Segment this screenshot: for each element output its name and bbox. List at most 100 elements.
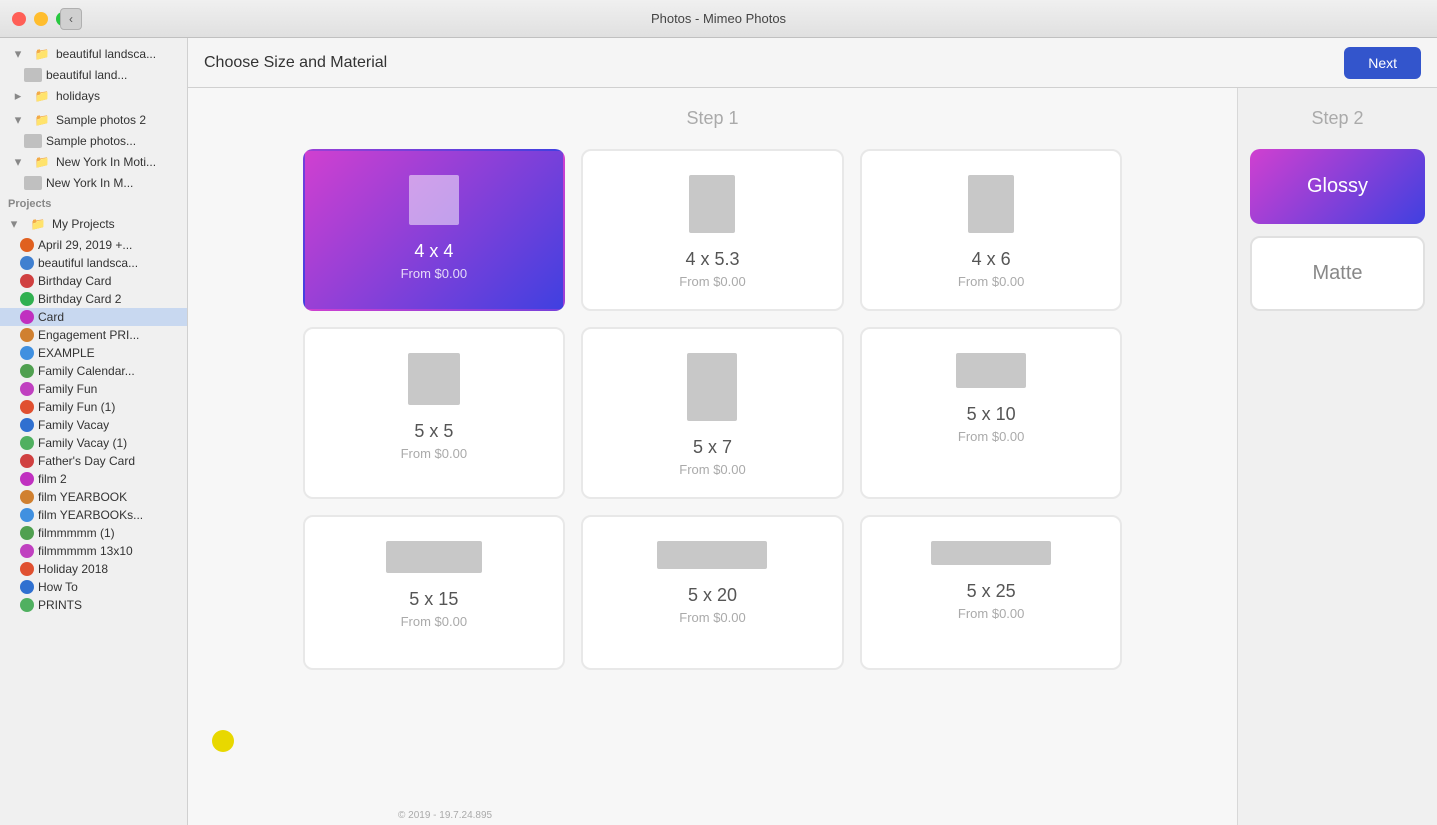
- sidebar-item-beautiful-landsca-proj[interactable]: beautiful landsca...: [0, 254, 187, 272]
- thumbnail-icon: [24, 68, 42, 82]
- folder-icon: 📁: [32, 152, 52, 172]
- sidebar-item-example[interactable]: EXAMPLE: [0, 344, 187, 362]
- sidebar-item-card[interactable]: Card: [0, 308, 187, 326]
- sidebar-item-beautiful-landsca[interactable]: ▾ 📁 beautiful landsca...: [0, 42, 187, 66]
- sidebar-item-holiday-2018[interactable]: Holiday 2018: [0, 560, 187, 578]
- chevron-down-icon: ▾: [8, 152, 28, 172]
- project-color-dot: [20, 256, 34, 270]
- project-color-dot: [20, 562, 34, 576]
- step2-label: Step 2: [1250, 108, 1425, 129]
- sidebar-item-film-yearbooks[interactable]: film YEARBOOKs...: [0, 506, 187, 524]
- sidebar-item-my-projects[interactable]: ▾ 📁 My Projects: [0, 212, 187, 236]
- size-preview-5x15: [386, 541, 482, 573]
- material-matte-label: Matte: [1312, 262, 1362, 285]
- material-matte-button[interactable]: Matte: [1250, 236, 1425, 311]
- project-color-dot: [20, 526, 34, 540]
- close-button[interactable]: [12, 12, 26, 26]
- thumbnail-icon: [24, 134, 42, 148]
- sidebar-item-family-calendar[interactable]: Family Calendar...: [0, 362, 187, 380]
- sidebar-item-sample-photos-2[interactable]: ▾ 📁 Sample photos 2: [0, 108, 187, 132]
- size-preview-4x5.3: [689, 175, 735, 233]
- sidebar-item-family-vacay[interactable]: Family Vacay: [0, 416, 187, 434]
- sidebar-item-birthday-card-2[interactable]: Birthday Card 2: [0, 290, 187, 308]
- sidebar-item-film-yearbook[interactable]: film YEARBOOK: [0, 488, 187, 506]
- sidebar: ▾ 📁 beautiful landsca... beautiful land.…: [0, 38, 188, 825]
- size-price-5x10: From $0.00: [958, 429, 1024, 444]
- size-name-4x5.3: 4 x 5.3: [685, 249, 739, 270]
- sidebar-item-family-vacay-1[interactable]: Family Vacay (1): [0, 434, 187, 452]
- size-preview-5x10: [956, 353, 1026, 388]
- titlebar: ‹ Photos - Mimeo Photos: [0, 0, 1437, 38]
- size-name-4x4: 4 x 4: [414, 241, 453, 262]
- size-card-5x10[interactable]: 5 x 10 From $0.00: [860, 327, 1123, 499]
- sidebar-item-birthday-card[interactable]: Birthday Card: [0, 272, 187, 290]
- project-color-dot: [20, 292, 34, 306]
- project-color-dot: [20, 382, 34, 396]
- app-body: ▾ 📁 beautiful landsca... beautiful land.…: [0, 38, 1437, 825]
- chevron-down-icon: ▾: [4, 214, 24, 234]
- back-button[interactable]: ‹: [60, 8, 82, 30]
- size-preview-4x4: [409, 175, 459, 225]
- sidebar-item-new-york-m[interactable]: New York In M...: [0, 174, 187, 192]
- size-preview-5x5: [408, 353, 460, 405]
- sidebar-item-family-fun[interactable]: Family Fun: [0, 380, 187, 398]
- sidebar-item-beautiful-land[interactable]: beautiful land...: [0, 66, 187, 84]
- next-button[interactable]: Next: [1344, 47, 1421, 79]
- size-price-5x5: From $0.00: [401, 446, 467, 461]
- sidebar-item-engagement-pri[interactable]: Engagement PRI...: [0, 326, 187, 344]
- size-price-4x4: From $0.00: [401, 266, 467, 281]
- project-color-dot: [20, 400, 34, 414]
- project-color-dot: [20, 364, 34, 378]
- thumbnail-icon: [24, 176, 42, 190]
- size-card-4x6[interactable]: 4 x 6 From $0.00: [860, 149, 1123, 311]
- page-title: Choose Size and Material: [204, 54, 1344, 72]
- size-name-5x15: 5 x 15: [409, 589, 458, 610]
- sidebar-item-new-york-motion[interactable]: ▾ 📁 New York In Moti...: [0, 150, 187, 174]
- sidebar-item-fathers-day-card[interactable]: Father's Day Card: [0, 452, 187, 470]
- folder-icon: 📁: [32, 86, 52, 106]
- size-name-5x7: 5 x 7: [693, 437, 732, 458]
- sidebar-item-how-to[interactable]: How To: [0, 578, 187, 596]
- sidebar-item-family-fun-1[interactable]: Family Fun (1): [0, 398, 187, 416]
- project-color-dot: [20, 454, 34, 468]
- size-card-5x5[interactable]: 5 x 5 From $0.00: [303, 327, 566, 499]
- sidebar-item-film-2[interactable]: film 2: [0, 470, 187, 488]
- sidebar-item-holidays[interactable]: ▸ 📁 holidays: [0, 84, 187, 108]
- projects-section-header: Projects: [0, 192, 187, 212]
- size-price-5x25: From $0.00: [958, 606, 1024, 621]
- folder-icon: 📁: [32, 110, 52, 130]
- size-preview-4x6: [968, 175, 1014, 233]
- size-preview-5x20: [657, 541, 767, 569]
- project-color-dot: [20, 544, 34, 558]
- sidebar-item-prints[interactable]: PRINTS: [0, 596, 187, 614]
- chevron-down-icon: ▾: [8, 110, 28, 130]
- size-card-5x20[interactable]: 5 x 20 From $0.00: [581, 515, 844, 670]
- project-color-dot: [20, 418, 34, 432]
- size-price-5x20: From $0.00: [679, 610, 745, 625]
- minimize-button[interactable]: [34, 12, 48, 26]
- project-color-dot: [20, 238, 34, 252]
- size-price-5x15: From $0.00: [401, 614, 467, 629]
- project-color-dot: [20, 598, 34, 612]
- window-title: Photos - Mimeo Photos: [651, 11, 786, 26]
- sidebar-item-filmmmmm-1[interactable]: filmmmmm (1): [0, 524, 187, 542]
- sidebar-item-april-2019[interactable]: April 29, 2019 +...: [0, 236, 187, 254]
- size-card-4x4[interactable]: 4 x 4 From $0.00: [303, 149, 566, 311]
- project-color-dot: [20, 490, 34, 504]
- project-color-dot: [20, 508, 34, 522]
- size-name-5x5: 5 x 5: [414, 421, 453, 442]
- size-price-4x5.3: From $0.00: [679, 274, 745, 289]
- size-card-5x15[interactable]: 5 x 15 From $0.00: [303, 515, 566, 670]
- project-color-dot: [20, 310, 34, 324]
- size-name-5x25: 5 x 25: [967, 581, 1016, 602]
- sidebar-item-sample-photos[interactable]: Sample photos...: [0, 132, 187, 150]
- step1-area: Step 1 4 x 4 From $0.00 4 x 5.3 From $0.…: [188, 88, 1237, 825]
- sidebar-item-filmmmmm-13x10[interactable]: filmmmmm 13x10: [0, 542, 187, 560]
- size-card-5x25[interactable]: 5 x 25 From $0.00: [860, 515, 1123, 670]
- folder-icon: 📁: [28, 214, 48, 234]
- size-card-5x7[interactable]: 5 x 7 From $0.00: [581, 327, 844, 499]
- size-card-4x5.3[interactable]: 4 x 5.3 From $0.00: [581, 149, 844, 311]
- material-glossy-button[interactable]: Glossy: [1250, 149, 1425, 224]
- main-content: Step 1 4 x 4 From $0.00 4 x 5.3 From $0.…: [188, 88, 1437, 825]
- project-color-dot: [20, 328, 34, 342]
